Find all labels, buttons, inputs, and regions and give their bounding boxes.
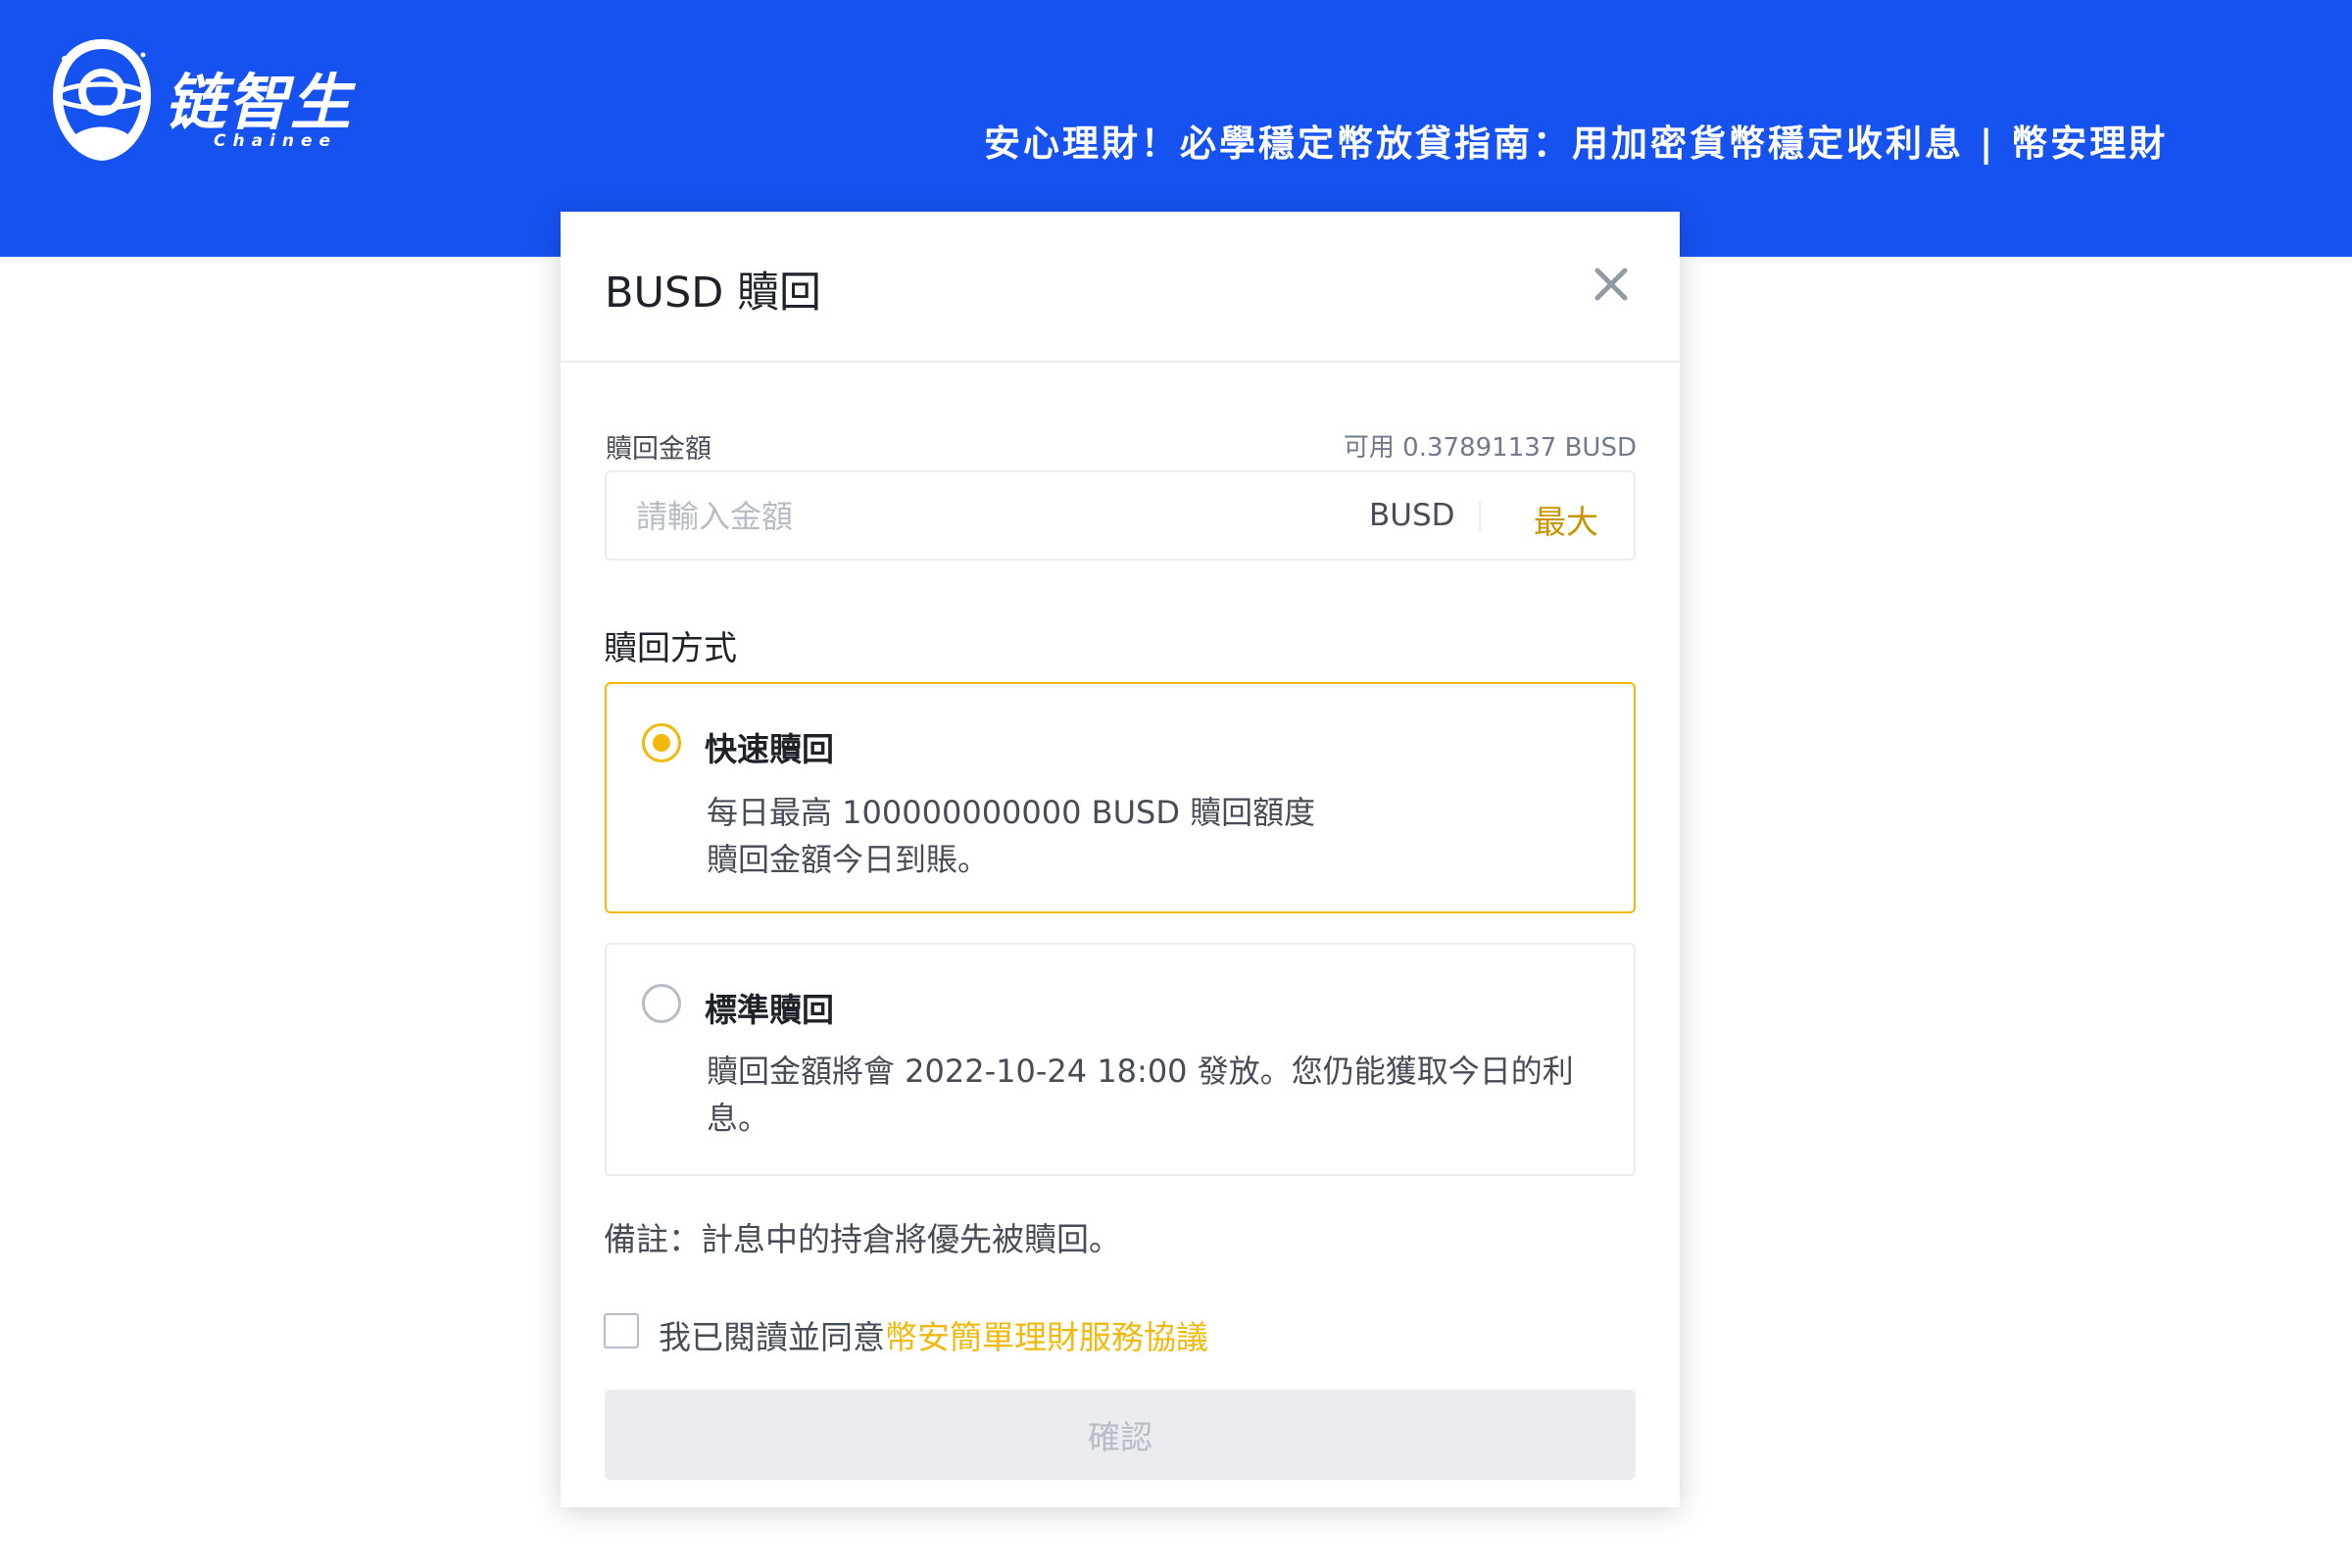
divider: [1479, 502, 1481, 531]
option-title: 標準贖回: [705, 991, 834, 1029]
banner-title: 安心理財！必學穩定幣放貸指南：用加密貨幣穩定收利息 | 幣安理財: [984, 122, 2169, 165]
redeem-modal: BUSD 贖回 贖回金額 可用 0.37891137 BUSD BUSD 最大 …: [561, 212, 1680, 1507]
redeem-note: 備註：計息中的持倉將優先被贖回。: [604, 1220, 1121, 1258]
standard-redeem-option[interactable]: 標準贖回 贖回金額將會 2022-10-24 18:00 發放。您仍能獲取今日的…: [605, 943, 1636, 1176]
confirm-button[interactable]: 確認: [605, 1390, 1636, 1480]
fast-redeem-option[interactable]: 快速贖回 每日最高 100000000000 BUSD 贖回額度 贖回金額今日到…: [605, 682, 1636, 913]
astronaut-logo-icon: [53, 39, 151, 161]
amount-label: 贖回金額: [606, 434, 711, 465]
close-button[interactable]: [1586, 259, 1637, 310]
agreement-link[interactable]: 幣安簡單理財服務協議: [885, 1318, 1208, 1356]
logo: 链智生 Chainee: [47, 35, 361, 169]
close-icon: [1594, 268, 1628, 301]
agreement-prefix: 我已閱讀並同意: [659, 1318, 885, 1356]
brand-sub: Chainee: [214, 131, 338, 151]
standard-redeem-radio[interactable]: [642, 984, 681, 1023]
option-description: 每日最高 100000000000 BUSD 贖回額度: [707, 794, 1316, 831]
method-label: 贖回方式: [604, 629, 737, 668]
max-button[interactable]: 最大: [1534, 496, 1598, 543]
option-title: 快速贖回: [705, 730, 834, 768]
brand-name: 链智生: [165, 67, 354, 138]
fast-redeem-radio[interactable]: [642, 723, 681, 762]
option-description: 息。: [707, 1100, 770, 1137]
modal-title: BUSD 贖回: [605, 269, 822, 318]
agreement-checkbox[interactable]: [604, 1313, 639, 1348]
modal-header: BUSD 贖回: [561, 212, 1680, 363]
agreement-text: 我已閱讀並同意幣安簡單理財服務協議: [659, 1311, 1208, 1358]
option-description: 贖回金額將會 2022-10-24 18:00 發放。您仍能獲取今日的利: [707, 1053, 1574, 1090]
amount-field: BUSD 最大: [605, 470, 1636, 561]
option-description: 贖回金額今日到賬。: [707, 841, 990, 878]
available-balance: 可用 0.37891137 BUSD: [1343, 433, 1637, 463]
amount-input[interactable]: [634, 488, 1324, 545]
currency-label: BUSD: [1369, 498, 1455, 533]
